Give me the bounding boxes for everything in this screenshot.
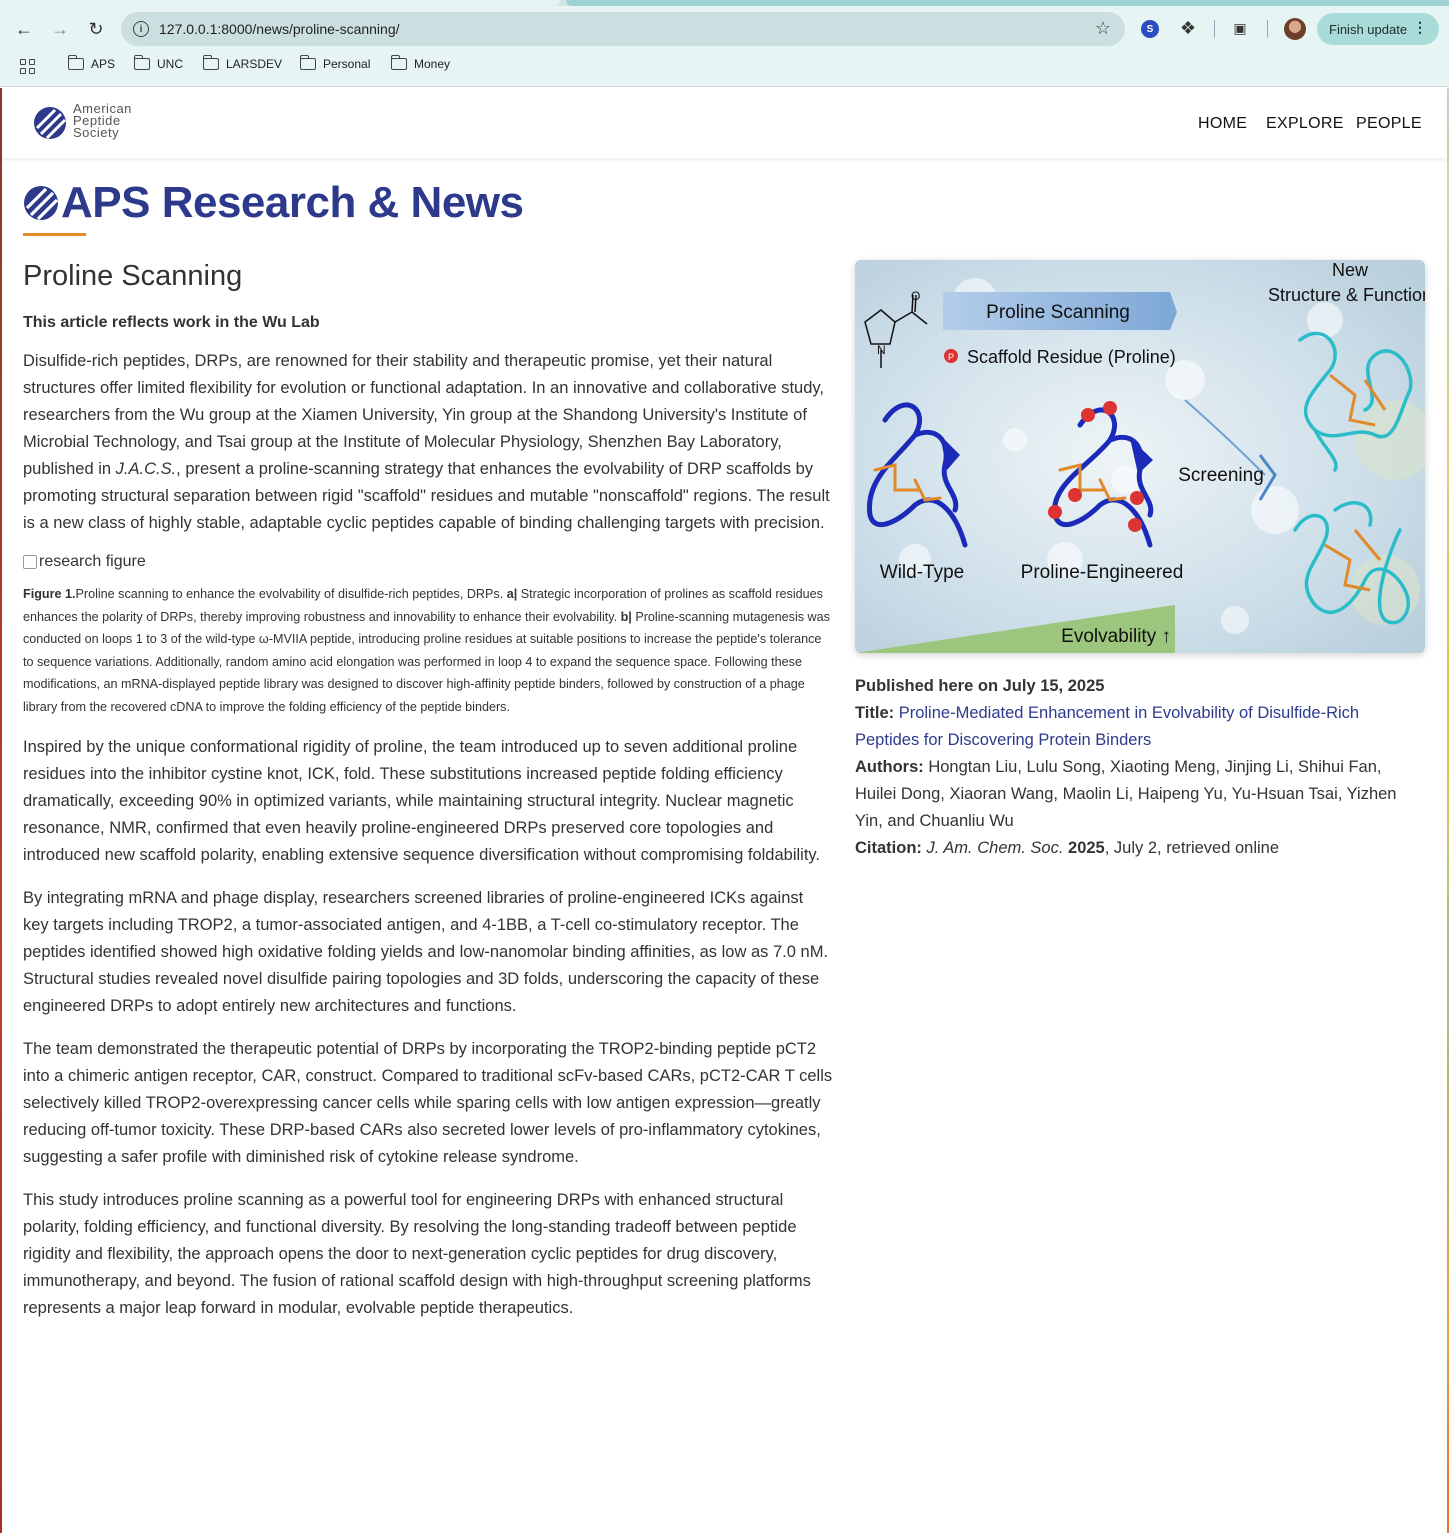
article-column: Proline Scanning This article reflects w…: [23, 260, 833, 1338]
toolbar-divider: [1267, 20, 1268, 38]
meta-label: Authors:: [855, 758, 924, 776]
new-structure-label-2: Structure & Function: [1268, 285, 1425, 305]
citation-year: 2025: [1068, 839, 1105, 857]
url-text[interactable]: 127.0.0.1:8000/news/proline-scanning/: [159, 21, 400, 37]
bookmark-label: Personal: [323, 57, 371, 71]
caption-panel-label: a|: [506, 587, 518, 601]
paragraph-car: The team demonstrated the therapeutic po…: [23, 1040, 833, 1166]
bookmark-label: APS: [91, 57, 116, 71]
extensions-puzzle-icon[interactable]: ❖: [1176, 16, 1200, 40]
proline-engineered-label: Proline-Engineered: [1021, 562, 1184, 583]
aps-hero-icon: [24, 186, 59, 221]
screening-label: Screening: [1178, 465, 1264, 486]
bookmark-money[interactable]: Money: [390, 55, 451, 71]
address-bar[interactable]: i 127.0.0.1:8000/news/proline-scanning/ …: [121, 12, 1125, 46]
folder-icon: [299, 55, 316, 70]
svg-text:O: O: [911, 289, 920, 303]
toolbar-divider: [1214, 20, 1215, 38]
nav-people[interactable]: PEOPLE: [1356, 115, 1422, 133]
bookmark-personal[interactable]: Personal: [299, 55, 371, 71]
new-structure-label: New: [1332, 260, 1369, 280]
cast-icon[interactable]: ▣: [1228, 16, 1252, 40]
logo-line: Society: [73, 125, 120, 140]
nav-home[interactable]: HOME: [1198, 115, 1247, 133]
paragraph-screening: By integrating mRNA and phage display, r…: [23, 889, 829, 1015]
published-text: Published here on July 15, 2025: [855, 677, 1105, 695]
graphical-abstract-figure: O N Proline Scanning P Scaffold Residue …: [855, 260, 1425, 653]
page-hero-title: APS Research & News: [61, 178, 524, 227]
article-meta-sidebar: Published here on July 15, 2025 Title: P…: [855, 673, 1425, 862]
nav-explore[interactable]: EXPLORE: [1266, 115, 1344, 133]
lab-note: This article reflects work in the Wu Lab: [23, 314, 320, 331]
folder-icon: [67, 55, 84, 70]
site-info-icon[interactable]: i: [133, 21, 149, 37]
bookmark-label: UNC: [157, 57, 183, 71]
figure-alt-text: research figure: [39, 553, 146, 570]
folder-icon: [202, 55, 219, 70]
bookmark-star-icon[interactable]: ☆: [1095, 18, 1111, 39]
citation-journal: J. Am. Chem. Soc.: [926, 839, 1064, 857]
published-date: Published here on July 15, 2025: [855, 673, 1425, 700]
authors-text: Hongtan Liu, Lulu Song, Xiaoting Meng, J…: [855, 758, 1397, 830]
tab-strip: [0, 0, 1449, 6]
article-title: Proline Scanning: [23, 260, 243, 292]
meta-authors: Authors: Hongtan Liu, Lulu Song, Xiaotin…: [855, 754, 1425, 835]
reload-icon[interactable]: ↻: [81, 14, 111, 44]
caption-label: Figure 1.: [23, 587, 76, 601]
scaffold-residue-label: Scaffold Residue (Proline): [967, 347, 1176, 367]
folder-icon: [390, 55, 407, 70]
profile-avatar[interactable]: [1284, 18, 1306, 40]
figure-caption: Figure 1.Proline scanning to enhance the…: [23, 583, 833, 718]
folder-icon: [133, 55, 150, 70]
tab-active[interactable]: [0, 0, 560, 6]
meta-citation: Citation: J. Am. Chem. Soc. 2025, July 2…: [855, 835, 1425, 862]
bookmark-unc[interactable]: UNC: [133, 55, 183, 71]
marker-letter: P: [948, 352, 954, 362]
svg-text:N: N: [877, 343, 886, 357]
citation-rest: , July 2, retrieved online: [1104, 839, 1280, 857]
aps-logo-icon[interactable]: [33, 106, 67, 140]
bookmark-aps[interactable]: APS: [67, 55, 116, 71]
wild-type-label: Wild-Type: [880, 562, 964, 583]
menu-dots-icon[interactable]: ⋮: [1413, 19, 1427, 36]
window-edge-left: [0, 88, 2, 1533]
figure-svg: O N Proline Scanning P Scaffold Residue …: [855, 260, 1425, 653]
title-underline: [23, 233, 86, 236]
paragraph-conclusion: This study introduces proline scanning a…: [23, 1191, 811, 1317]
aps-logo-text[interactable]: American Peptide Society: [73, 102, 132, 140]
bookmark-larsdev[interactable]: LARSDEV: [202, 55, 283, 71]
paragraph-folding: Inspired by the unique conformational ri…: [23, 738, 821, 864]
paragraph-intro: Disulfide-rich peptides, DRPs, are renow…: [23, 348, 833, 537]
paper-title-link[interactable]: Proline-Mediated Enhancement in Evolvabi…: [855, 704, 1359, 749]
broken-image-icon: [23, 555, 37, 569]
caption-text: Proline scanning to enhance the evolvabi…: [75, 587, 507, 601]
meta-label: Title:: [855, 704, 895, 722]
browser-chrome: ← → ↻ i 127.0.0.1:8000/news/proline-scan…: [0, 0, 1449, 87]
finish-update-button[interactable]: Finish update ⋮: [1317, 13, 1439, 45]
evolvability-label: Evolvability ↑: [1061, 626, 1171, 647]
caption-text: Proline-scanning mutagenesis was conduct…: [23, 609, 830, 714]
bookmarks-bar: APS UNC LARSDEV Personal Money: [0, 52, 1449, 80]
meta-label: Citation:: [855, 839, 922, 857]
proline-scanning-label: Proline Scanning: [986, 302, 1130, 323]
finish-update-label: Finish update: [1329, 21, 1408, 37]
bookmark-label: Money: [414, 57, 451, 71]
broken-figure-image: research figure: [23, 553, 833, 571]
meta-title: Title: Proline-Mediated Enhancement in E…: [855, 700, 1425, 754]
extension-s-icon[interactable]: S: [1141, 20, 1159, 38]
bookmark-label: LARSDEV: [226, 57, 283, 71]
back-icon[interactable]: ←: [9, 14, 39, 44]
journal-name: J.A.C.S.: [115, 460, 177, 478]
caption-panel-label: b|: [620, 609, 632, 624]
tab-other[interactable]: [566, 0, 1449, 6]
forward-icon[interactable]: →: [45, 14, 75, 44]
